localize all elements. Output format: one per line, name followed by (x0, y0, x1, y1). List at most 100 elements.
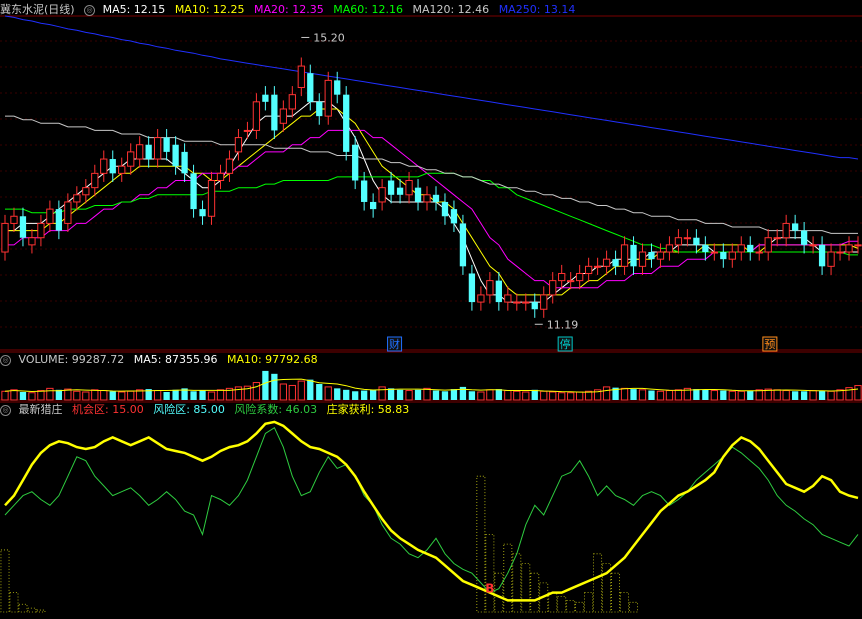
candle-up (486, 280, 494, 296)
candle-up (504, 294, 512, 303)
candle-down (720, 252, 727, 260)
candle-up (656, 251, 665, 260)
volume-bar-down (163, 392, 170, 400)
stock-name-label[interactable]: 冀东水泥(日线) (0, 3, 75, 16)
volume-bar-up (46, 387, 54, 401)
candle-up (378, 187, 386, 203)
candle-up (252, 101, 261, 131)
volume-bar-down (693, 389, 700, 400)
candle-up (602, 258, 611, 267)
dealer-profit-label: 庄家获利: 58.83 (326, 403, 410, 416)
indicator-bar (485, 534, 495, 613)
volume-bar-up (782, 390, 790, 401)
volume-bar-up (674, 389, 683, 401)
volume-bar-down (630, 389, 637, 400)
volume-bar-up (91, 389, 99, 401)
candle-up (324, 79, 332, 117)
candle-down (262, 94, 269, 102)
candle-up (423, 194, 431, 203)
ma20-label: MA20: 12.35 (254, 3, 324, 16)
volume-bar-up (809, 390, 817, 401)
ma-line-ma250 (4, 15, 859, 160)
volume-bar-down (648, 390, 655, 400)
buy-signal-marker: B (485, 582, 494, 596)
indicator-bar (512, 553, 522, 613)
candle-down (163, 137, 170, 152)
candle-up (118, 165, 126, 174)
candle-up (782, 222, 790, 239)
indicator-bar (557, 596, 567, 613)
volume-bar-up (279, 383, 287, 401)
candle-up (567, 280, 575, 283)
candle-up (674, 237, 683, 246)
candle-up (728, 251, 736, 260)
candle-up (836, 251, 844, 254)
volume-bar-up (288, 384, 296, 401)
candle-up (288, 94, 296, 110)
indicator-bar (593, 553, 603, 613)
candle-down (352, 144, 359, 181)
volume-bar-up (710, 390, 718, 401)
candle-down (630, 244, 637, 267)
volume-bar-down (109, 391, 116, 400)
candle-down (19, 216, 27, 238)
candle-up (216, 172, 225, 181)
indicator-bar (27, 607, 37, 613)
volume-bar-up (486, 389, 494, 401)
candle-down (145, 144, 152, 160)
volume-bar-down (450, 389, 458, 400)
volume-bar-down (800, 391, 808, 400)
candle-up (549, 280, 557, 296)
volume-bar-down (262, 370, 269, 400)
indicator-line-risk-coef (4, 426, 859, 594)
candle-down (387, 180, 395, 195)
settings-icon[interactable]: ◎ (0, 355, 11, 366)
volume-header: ◎ VOLUME: 99287.72 MA5: 87355.96 MA10: 9… (0, 352, 324, 368)
volume-bar-up (836, 389, 844, 401)
volume-bar-up (728, 390, 736, 401)
volume-bar-down (396, 389, 404, 400)
candle-up (773, 237, 781, 240)
candle-up (665, 244, 674, 253)
indicator-bar (548, 592, 558, 613)
candle-up (683, 237, 692, 240)
volume-bar-up (28, 392, 36, 401)
volume-bar-up (854, 385, 862, 401)
ma-line-ma5 (5, 101, 858, 303)
candle-down (307, 73, 314, 102)
candle-down (271, 94, 278, 131)
ma-line-ma120 (5, 115, 858, 234)
volume-label: VOLUME: 99287.72 (18, 353, 125, 366)
volume-bar-up (10, 389, 18, 401)
event-marker-预: 预 (764, 338, 775, 351)
candle-down (199, 209, 206, 217)
volume-bar-down (369, 389, 377, 400)
candle-down (792, 223, 799, 231)
candle-up (513, 301, 521, 304)
ma60-label: MA60: 12.16 (333, 3, 403, 16)
volume-bar-down (747, 390, 754, 400)
candle-up (540, 294, 548, 310)
indicator-title[interactable]: 最新猎庄 (19, 403, 63, 416)
candle-down (396, 187, 404, 195)
candle-up (279, 108, 287, 124)
candle-down (343, 94, 350, 152)
event-marker-停: 停 (560, 337, 571, 351)
settings-icon[interactable]: ◎ (0, 405, 11, 416)
volume-bar-down (792, 391, 799, 400)
candle-up (153, 137, 162, 160)
stock-chart-canvas[interactable]: 15.20 11.19 财 停 预 B (0, 0, 862, 615)
event-marker-财: 财 (389, 337, 400, 351)
candle-up (584, 265, 593, 274)
indicator-bar (620, 592, 629, 613)
candle-up (710, 251, 718, 254)
candle-up (73, 194, 81, 203)
candle-up (91, 172, 99, 189)
volume-bar-down (441, 391, 449, 400)
settings-icon[interactable]: ◎ (84, 5, 96, 16)
volume-bar-up (638, 389, 647, 401)
risk-zone-label: 风险区: 85.00 (153, 403, 225, 416)
indicator-header: ◎ 最新猎庄 机会区: 15.00 风险区: 85.00 风险系数: 46.03… (0, 402, 415, 418)
volume-bar-up (656, 390, 665, 401)
volume-bar-down (334, 388, 341, 400)
